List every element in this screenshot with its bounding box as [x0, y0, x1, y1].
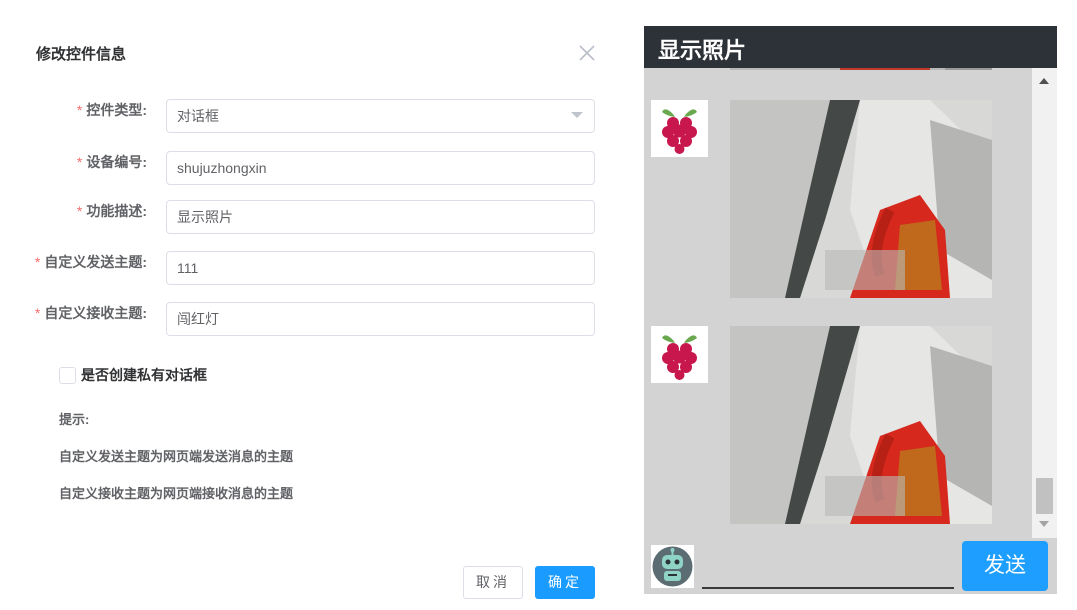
form-row-function-desc: * 功能描述: — [0, 200, 620, 234]
form-row-device-id: * 设备编号: — [0, 151, 620, 185]
message-scrollbar[interactable] — [1032, 68, 1057, 538]
raspberry-pi-avatar — [651, 326, 708, 383]
form-row-send-topic: * 自定义发送主题: — [0, 251, 620, 285]
checkbox-box[interactable] — [59, 366, 76, 384]
chat-input-bar: 发送 — [644, 538, 1057, 594]
required-mark: * — [76, 203, 83, 219]
required-mark: * — [76, 102, 83, 118]
scroll-down-icon[interactable] — [1039, 521, 1049, 527]
chat-header: 显示照片 — [644, 26, 1057, 68]
message-photo[interactable] — [730, 68, 992, 70]
send-button[interactable]: 发送 — [962, 541, 1048, 591]
form-row-receive-topic: * 自定义接收主题: — [0, 302, 620, 336]
receive-topic-input[interactable] — [166, 302, 595, 336]
required-mark: * — [34, 254, 41, 270]
confirm-button[interactable]: 确定 — [535, 566, 595, 599]
tip-send-topic: 自定义发送主题为网页端发送消息的主题 — [59, 449, 294, 464]
required-mark: * — [76, 154, 83, 170]
private-dialog-checkbox[interactable]: 是否创建私有对话框 — [59, 365, 207, 385]
required-mark: * — [34, 305, 41, 321]
widget-type-label: * 控件类型: — [76, 102, 147, 118]
function-desc-label: * 功能描述: — [76, 203, 147, 219]
scrollbar-thumb[interactable] — [1036, 478, 1053, 514]
private-dialog-checkbox-label: 是否创建私有对话框 — [81, 367, 207, 383]
tip-title: 提示: — [59, 412, 90, 427]
cancel-button[interactable]: 取消 — [463, 566, 523, 599]
widget-type-select[interactable]: 对话框 — [166, 99, 595, 133]
robot-avatar — [651, 545, 694, 588]
dialog-title: 修改控件信息 — [36, 46, 127, 63]
receive-topic-label: * 自定义接收主题: — [34, 305, 147, 321]
edit-widget-dialog: 修改控件信息 *控件类型: 对话框 *设备编号: *功能描述: *自定义发送主题… — [0, 0, 620, 610]
chat-title: 显示照片 — [658, 38, 747, 63]
send-topic-label: * 自定义发送主题: — [34, 254, 147, 270]
scroll-up-icon[interactable] — [1039, 78, 1049, 84]
raspberry-pi-avatar — [651, 100, 708, 157]
device-id-input[interactable] — [166, 151, 595, 185]
chevron-down-icon[interactable] — [571, 112, 583, 118]
message-photo[interactable] — [730, 326, 992, 524]
form-row-widget-type: * 控件类型: 对话框 — [0, 99, 620, 133]
send-topic-input[interactable] — [166, 251, 595, 285]
tip-receive-topic: 自定义接收主题为网页端接收消息的主题 — [59, 486, 294, 501]
message-list[interactable] — [644, 68, 1032, 538]
chat-message-input[interactable] — [702, 549, 954, 589]
chat-panel: 显示照片 发送 — [644, 26, 1057, 594]
function-desc-input[interactable] — [166, 200, 595, 234]
device-id-label: * 设备编号: — [76, 154, 147, 170]
message-photo[interactable] — [730, 100, 992, 298]
close-icon[interactable] — [576, 42, 598, 64]
